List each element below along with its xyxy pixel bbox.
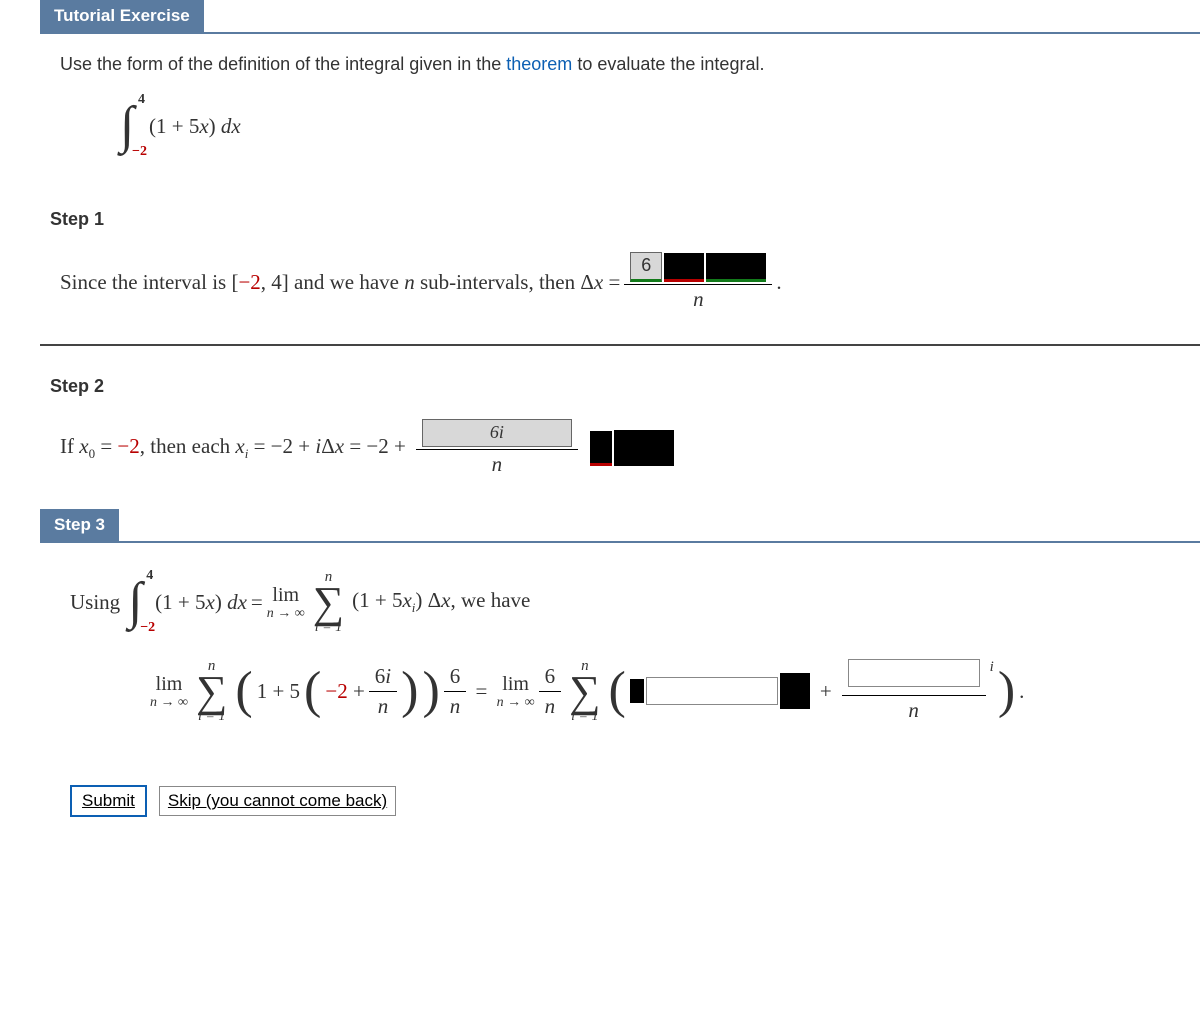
step1-blackbox-b[interactable]	[706, 253, 766, 282]
step3-using: Using	[70, 590, 120, 615]
lparen-icon: (	[304, 671, 321, 711]
lparen-icon: (	[235, 671, 252, 711]
sigma-icon: n ∑ i = 1	[565, 659, 604, 724]
step2-blackbox-b[interactable]	[614, 430, 674, 466]
submit-bar: Submit Skip (you cannot come back)	[70, 785, 1200, 817]
integral-display: 4 ∫ −2 (1 + 5x) dx	[120, 93, 241, 159]
integral-icon: ∫	[120, 107, 134, 145]
theorem-link[interactable]: theorem	[506, 54, 572, 74]
tutorial-tab: Tutorial Exercise	[40, 0, 204, 32]
step3-integral: 4 ∫ −2 (1 + 5x) dx	[128, 569, 247, 635]
step1-fraction: 6 n	[624, 250, 772, 314]
tutorial-header-row: Tutorial Exercise	[40, 0, 1200, 34]
step1-divider	[40, 344, 1200, 346]
frac-6i-n: 6i n	[369, 662, 397, 721]
integral-icon: ∫	[128, 583, 142, 621]
step3-header-row: Step 3	[40, 509, 1200, 543]
sigma-icon: n ∑ i = 1	[309, 570, 348, 635]
step1-blackbox-a[interactable]	[664, 253, 704, 282]
step1-den: n	[687, 285, 710, 314]
step3-superscript-i: i	[990, 657, 994, 676]
step1-label: Step 1	[50, 209, 1200, 230]
rparen-icon: )	[422, 671, 439, 711]
prompt-pre: Use the form of the definition of the in…	[60, 54, 506, 74]
step2-numerator-input[interactable]: 6i	[422, 419, 572, 447]
step3-blackbox-a[interactable]	[780, 673, 810, 709]
frac-6-n-b: 6 n	[539, 662, 562, 721]
step2-content: If x0 = −2, then each xi = −2 + iΔx = −2…	[0, 417, 1200, 509]
step3-frac-input: n	[842, 657, 986, 725]
lim-icon: lim n → ∞	[497, 673, 535, 710]
lim-icon: lim n → ∞	[150, 673, 188, 710]
prompt-post: to evaluate the integral.	[577, 54, 764, 74]
step3-line2: lim n → ∞ n ∑ i = 1 ( 1 + 5 ( −2 + 6i n …	[0, 657, 1200, 725]
lparen-icon: (	[609, 671, 626, 711]
step3-cursor-icon	[630, 679, 644, 703]
int-body: (1 + 5x) dx	[147, 114, 241, 139]
step3-line1: Using 4 ∫ −2 (1 + 5x) dx = lim n → ∞ n ∑…	[0, 569, 1200, 635]
rparen-icon: )	[998, 671, 1015, 711]
rparen-icon: )	[401, 671, 418, 711]
lim-icon: lim n → ∞	[267, 584, 305, 621]
step3-input-b[interactable]	[848, 659, 980, 687]
step1-period: .	[776, 270, 781, 295]
step3-input-a[interactable]	[646, 677, 778, 705]
sigma-icon: n ∑ i = 1	[192, 659, 231, 724]
step2-text: If x0 = −2, then each xi = −2 + iΔx = −2…	[60, 434, 406, 462]
frac-6-n: 6 n	[444, 662, 467, 721]
step2-den: n	[486, 450, 509, 479]
step2-fraction: 6i n	[416, 417, 578, 479]
step2-blackbox-a[interactable]	[590, 431, 612, 466]
step1-numerator-input[interactable]: 6	[630, 252, 662, 282]
tutorial-prompt: Use the form of the definition of the in…	[0, 34, 1200, 179]
skip-link[interactable]: Skip (you cannot come back)	[159, 786, 396, 816]
step3-tab: Step 3	[40, 509, 119, 541]
step1-content: Since the interval is [−2, 4] and we hav…	[0, 250, 1200, 344]
step2-label: Step 2	[50, 376, 1200, 397]
int-lower: −2	[120, 145, 147, 159]
submit-button[interactable]: Submit	[70, 785, 147, 817]
step1-text: Since the interval is [−2, 4] and we hav…	[60, 270, 620, 295]
